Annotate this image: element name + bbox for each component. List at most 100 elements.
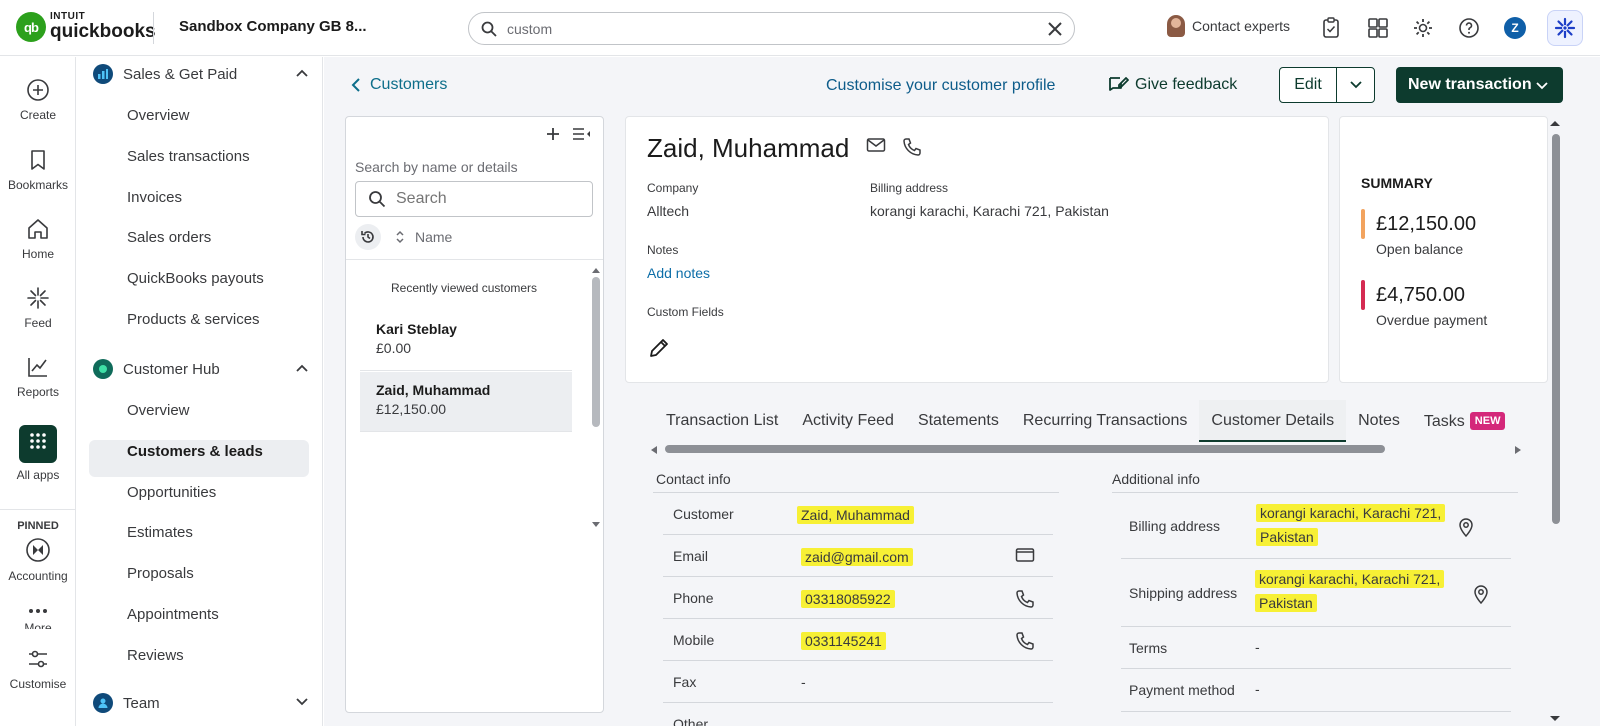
nav-invoices[interactable]: Invoices bbox=[127, 189, 182, 206]
edit-dropdown-button[interactable] bbox=[1337, 68, 1374, 102]
terms-value: - bbox=[1255, 639, 1260, 655]
global-search-input[interactable] bbox=[507, 20, 1027, 37]
more-dots-icon bbox=[29, 609, 47, 613]
new-transaction-button[interactable]: New transaction bbox=[1396, 67, 1563, 103]
customer-list-item-selected[interactable]: Zaid, Muhammad £12,150.00 bbox=[360, 372, 572, 432]
phone-icon[interactable] bbox=[1015, 631, 1035, 651]
billing-address-value[interactable]: korangi karachi, Karachi 721, Pakistan bbox=[1256, 501, 1446, 549]
nav-opportunities[interactable]: Opportunities bbox=[127, 484, 216, 501]
list-settings-icon[interactable] bbox=[571, 126, 591, 142]
pencil-icon[interactable] bbox=[648, 337, 670, 359]
contact-value[interactable]: Zaid, Muhammad bbox=[797, 506, 914, 524]
customer-list-item[interactable]: Kari Steblay £0.00 bbox=[360, 311, 572, 371]
chevron-down-icon bbox=[1349, 81, 1362, 89]
tab-notes[interactable]: Notes bbox=[1346, 400, 1412, 442]
section-sales-get-paid[interactable]: Sales & Get Paid bbox=[93, 64, 309, 84]
rail-reports[interactable]: Reports bbox=[0, 355, 76, 399]
add-customer-icon[interactable] bbox=[545, 126, 561, 142]
contact-experts-button[interactable]: Contact experts bbox=[1167, 15, 1290, 37]
nav-customers-leads[interactable]: Customers & leads bbox=[127, 443, 263, 460]
nav-reviews[interactable]: Reviews bbox=[127, 647, 184, 664]
rail-feed[interactable]: Feed bbox=[0, 286, 76, 330]
customer-search-input[interactable] bbox=[396, 190, 576, 208]
tab-statements[interactable]: Statements bbox=[906, 400, 1011, 442]
customise-profile-link[interactable]: Customise your customer profile bbox=[826, 77, 1055, 95]
company-name[interactable]: Sandbox Company GB 8... bbox=[179, 18, 367, 35]
phone-icon[interactable] bbox=[1015, 589, 1035, 609]
chevron-down-icon[interactable] bbox=[295, 695, 309, 709]
email-icon[interactable] bbox=[866, 137, 886, 153]
map-pin-icon[interactable] bbox=[1473, 584, 1489, 604]
section-customer-hub[interactable]: Customer Hub bbox=[93, 359, 309, 379]
rail-more[interactable]: More bbox=[0, 607, 76, 629]
ai-assistant-button[interactable] bbox=[1547, 10, 1583, 46]
nav-quickbooks-payouts[interactable]: QuickBooks payouts bbox=[127, 270, 264, 287]
rail-accounting[interactable]: Accounting bbox=[0, 537, 76, 583]
rail-customise[interactable]: Customise bbox=[0, 647, 76, 691]
rail-home[interactable]: Home bbox=[0, 217, 76, 261]
sort-by-name[interactable]: Name bbox=[355, 224, 452, 250]
quickbooks-logo[interactable]: qb INTUIT quickbooks bbox=[16, 11, 156, 43]
tab-customer-details[interactable]: Customer Details bbox=[1199, 400, 1347, 442]
contact-value[interactable]: 03318085922 bbox=[801, 590, 895, 608]
contact-row-phone: Phone 03318085922 bbox=[663, 576, 1053, 618]
rail-bookmarks[interactable]: Bookmarks bbox=[0, 148, 76, 192]
add-notes-link[interactable]: Add notes bbox=[647, 265, 710, 281]
give-feedback-button[interactable]: Give feedback bbox=[1107, 74, 1237, 96]
contact-value[interactable]: zaid@gmail.com bbox=[801, 548, 913, 566]
nav-proposals[interactable]: Proposals bbox=[127, 565, 194, 582]
phone-icon[interactable] bbox=[902, 137, 922, 157]
rail-reports-label: Reports bbox=[16, 385, 60, 399]
rail-create-label: Create bbox=[19, 108, 57, 122]
contact-label: Fax bbox=[673, 674, 697, 690]
nav-hub-overview[interactable]: Overview bbox=[127, 402, 190, 419]
sales-icon bbox=[93, 64, 113, 84]
rail-home-label: Home bbox=[21, 247, 54, 261]
tab-tasks[interactable]: Tasks NEW bbox=[1412, 400, 1518, 442]
open-balance-amount[interactable]: £12,150.00 bbox=[1376, 213, 1476, 236]
email-icon[interactable] bbox=[1015, 547, 1035, 563]
rail-all-apps[interactable]: All apps bbox=[0, 425, 76, 482]
billing-line1: korangi karachi, Karachi 721, bbox=[1256, 504, 1446, 522]
global-search[interactable] bbox=[468, 12, 1075, 45]
contact-row-other: Other bbox=[663, 702, 1053, 726]
tab-activity-feed[interactable]: Activity Feed bbox=[790, 400, 906, 442]
nav-products-services[interactable]: Products & services bbox=[127, 311, 260, 328]
tab-recurring-transactions[interactable]: Recurring Transactions bbox=[1011, 400, 1200, 442]
list-scrollbar-thumb[interactable] bbox=[592, 277, 600, 427]
clear-search-icon[interactable] bbox=[1046, 20, 1064, 38]
user-avatar[interactable]: Z bbox=[1504, 17, 1526, 39]
edit-split-button: Edit bbox=[1279, 67, 1375, 103]
tab-transaction-list[interactable]: Transaction List bbox=[654, 400, 790, 442]
shipping-address-value[interactable]: korangi karachi, Karachi 721, Pakistan bbox=[1255, 567, 1445, 615]
customer-search[interactable] bbox=[355, 181, 593, 217]
customer-name: Kari Steblay bbox=[376, 321, 457, 337]
map-pin-icon[interactable] bbox=[1458, 517, 1474, 537]
history-icon[interactable] bbox=[355, 224, 381, 250]
nav-sales-overview[interactable]: Overview bbox=[127, 107, 190, 124]
contact-value[interactable]: 0331145241 bbox=[801, 632, 886, 650]
chevron-up-icon[interactable] bbox=[295, 361, 309, 375]
apps-grid-icon[interactable] bbox=[1367, 17, 1389, 39]
nav-sales-orders[interactable]: Sales orders bbox=[127, 229, 211, 246]
divider bbox=[153, 12, 154, 44]
nav-estimates[interactable]: Estimates bbox=[127, 524, 193, 541]
clipboard-icon[interactable] bbox=[1322, 17, 1340, 39]
nav-sales-transactions[interactable]: Sales transactions bbox=[127, 148, 250, 165]
help-icon[interactable] bbox=[1458, 17, 1480, 39]
additional-row-terms: Terms - bbox=[1121, 626, 1511, 668]
give-feedback-label: Give feedback bbox=[1135, 76, 1238, 93]
overdue-payment-amount[interactable]: £4,750.00 bbox=[1376, 284, 1465, 307]
search-icon bbox=[481, 21, 497, 37]
chevron-up-icon[interactable] bbox=[295, 66, 309, 80]
section-team[interactable]: Team bbox=[93, 693, 309, 713]
back-to-customers-link[interactable]: Customers bbox=[350, 76, 447, 94]
nav-appointments[interactable]: Appointments bbox=[127, 606, 219, 623]
edit-button[interactable]: Edit bbox=[1280, 68, 1337, 102]
page-scrollbar-thumb[interactable] bbox=[1552, 134, 1560, 524]
tabs-scrollbar-thumb[interactable] bbox=[665, 445, 1385, 453]
gear-icon[interactable] bbox=[1412, 17, 1434, 39]
rail-create[interactable]: Create bbox=[0, 78, 76, 122]
contact-label: Other bbox=[673, 716, 709, 726]
customer-detail-card: Zaid, Muhammad Company Alltech Billing a… bbox=[625, 116, 1329, 383]
